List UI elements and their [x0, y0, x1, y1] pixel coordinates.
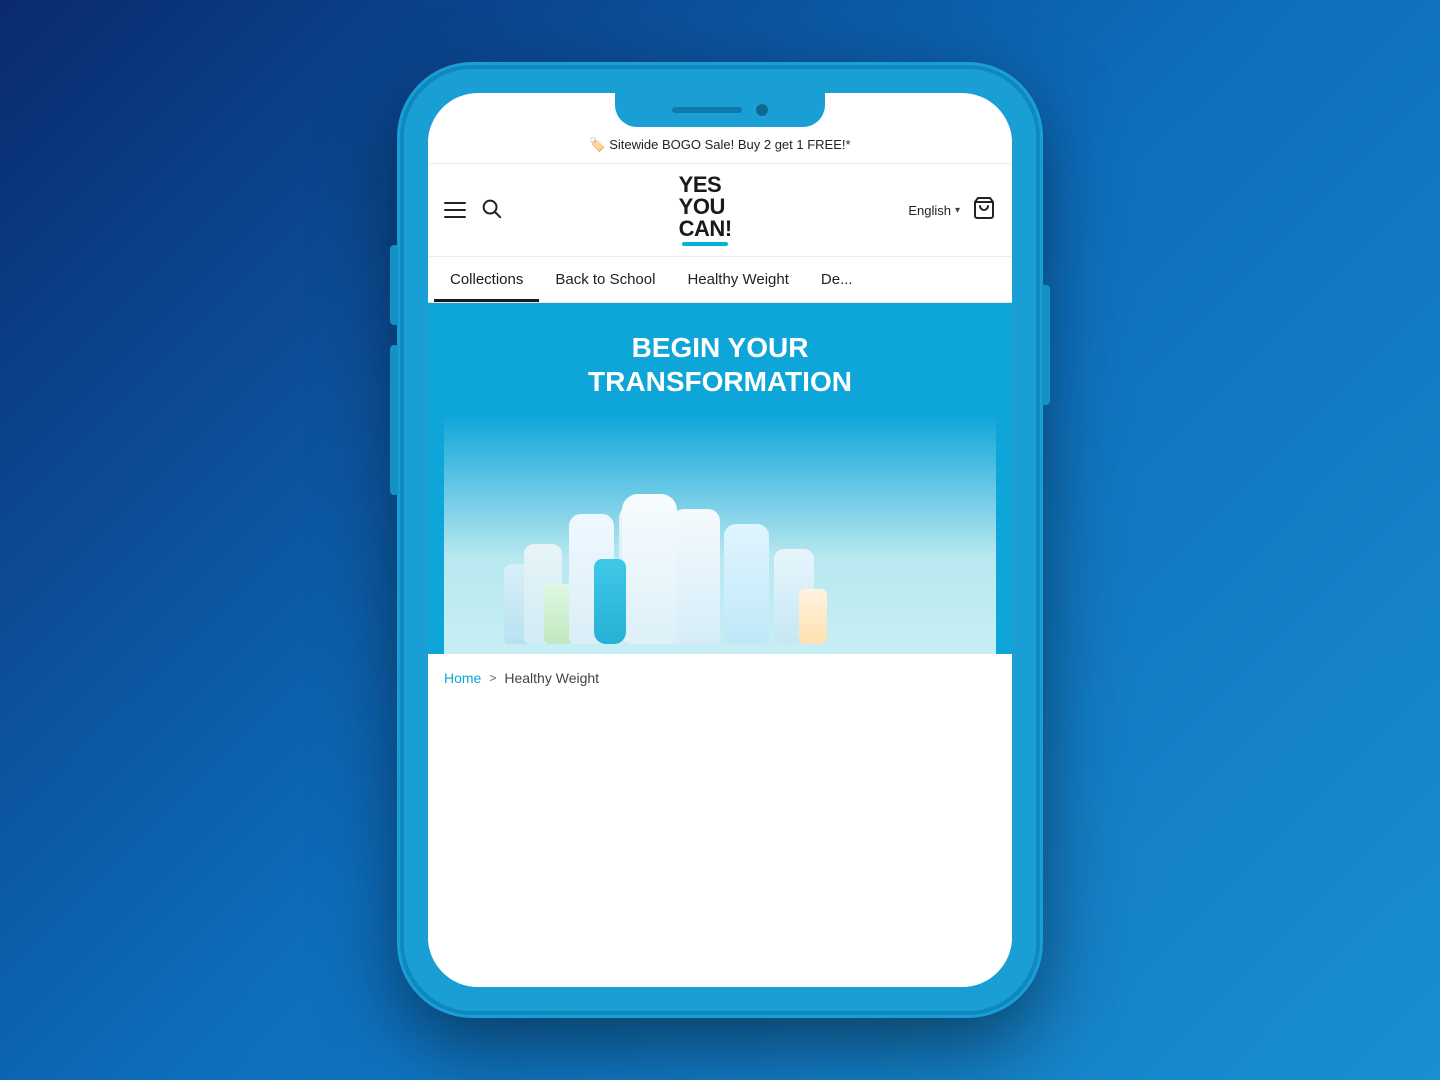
- phone-wrapper: 🏷️ Sitewide BOGO Sale! Buy 2 get 1 FREE!…: [400, 65, 1040, 1015]
- logo[interactable]: YES YOU CAN!: [679, 174, 732, 246]
- hero-section: BEGIN YOUR TRANSFORMATION: [428, 303, 1012, 654]
- breadcrumb-home-link[interactable]: Home: [444, 670, 481, 686]
- search-button[interactable]: [480, 197, 502, 224]
- speaker: [672, 107, 742, 113]
- hero-title: BEGIN YOUR TRANSFORMATION: [444, 331, 996, 398]
- promo-emoji: 🏷️: [589, 137, 605, 152]
- product-bottle-center: [622, 494, 677, 644]
- product-bottle-5: [724, 524, 769, 644]
- product-supplement-2: [799, 589, 827, 644]
- products-display: [444, 414, 996, 654]
- product-bottle-4: [672, 509, 720, 644]
- nav-bar: Collections Back to School Healthy Weigh…: [428, 257, 1012, 303]
- language-selector[interactable]: English ▾: [908, 203, 960, 218]
- front-camera: [756, 104, 768, 116]
- breadcrumb-separator: >: [489, 671, 496, 685]
- phone-screen: 🏷️ Sitewide BOGO Sale! Buy 2 get 1 FREE!…: [428, 93, 1012, 987]
- nav-item-more[interactable]: De...: [805, 257, 869, 302]
- header: YES YOU CAN! English ▾: [428, 164, 1012, 257]
- language-label: English: [908, 203, 951, 218]
- breadcrumb-current-page: Healthy Weight: [504, 670, 599, 686]
- nav-item-collections[interactable]: Collections: [434, 257, 539, 302]
- header-right: English ▾: [908, 196, 996, 225]
- nav-item-back-to-school[interactable]: Back to School: [539, 257, 671, 302]
- phone-frame: 🏷️ Sitewide BOGO Sale! Buy 2 get 1 FREE!…: [400, 65, 1040, 1015]
- header-left: [444, 197, 502, 224]
- hamburger-menu-button[interactable]: [444, 202, 466, 218]
- chevron-down-icon: ▾: [955, 205, 960, 216]
- nav-item-label: De...: [821, 271, 853, 288]
- promo-text: Sitewide BOGO Sale! Buy 2 get 1 FREE!*: [609, 137, 850, 152]
- product-shaker: [594, 559, 626, 644]
- cart-button[interactable]: [972, 196, 996, 225]
- nav-item-healthy-weight[interactable]: Healthy Weight: [671, 257, 804, 302]
- breadcrumb: Home > Healthy Weight: [444, 670, 996, 686]
- bottom-section: Home > Healthy Weight: [428, 654, 1012, 987]
- promo-banner[interactable]: 🏷️ Sitewide BOGO Sale! Buy 2 get 1 FREE!…: [428, 127, 1012, 164]
- notch: [615, 93, 825, 127]
- logo-text: YES YOU CAN!: [679, 174, 732, 240]
- logo-accent-bar: [682, 242, 728, 246]
